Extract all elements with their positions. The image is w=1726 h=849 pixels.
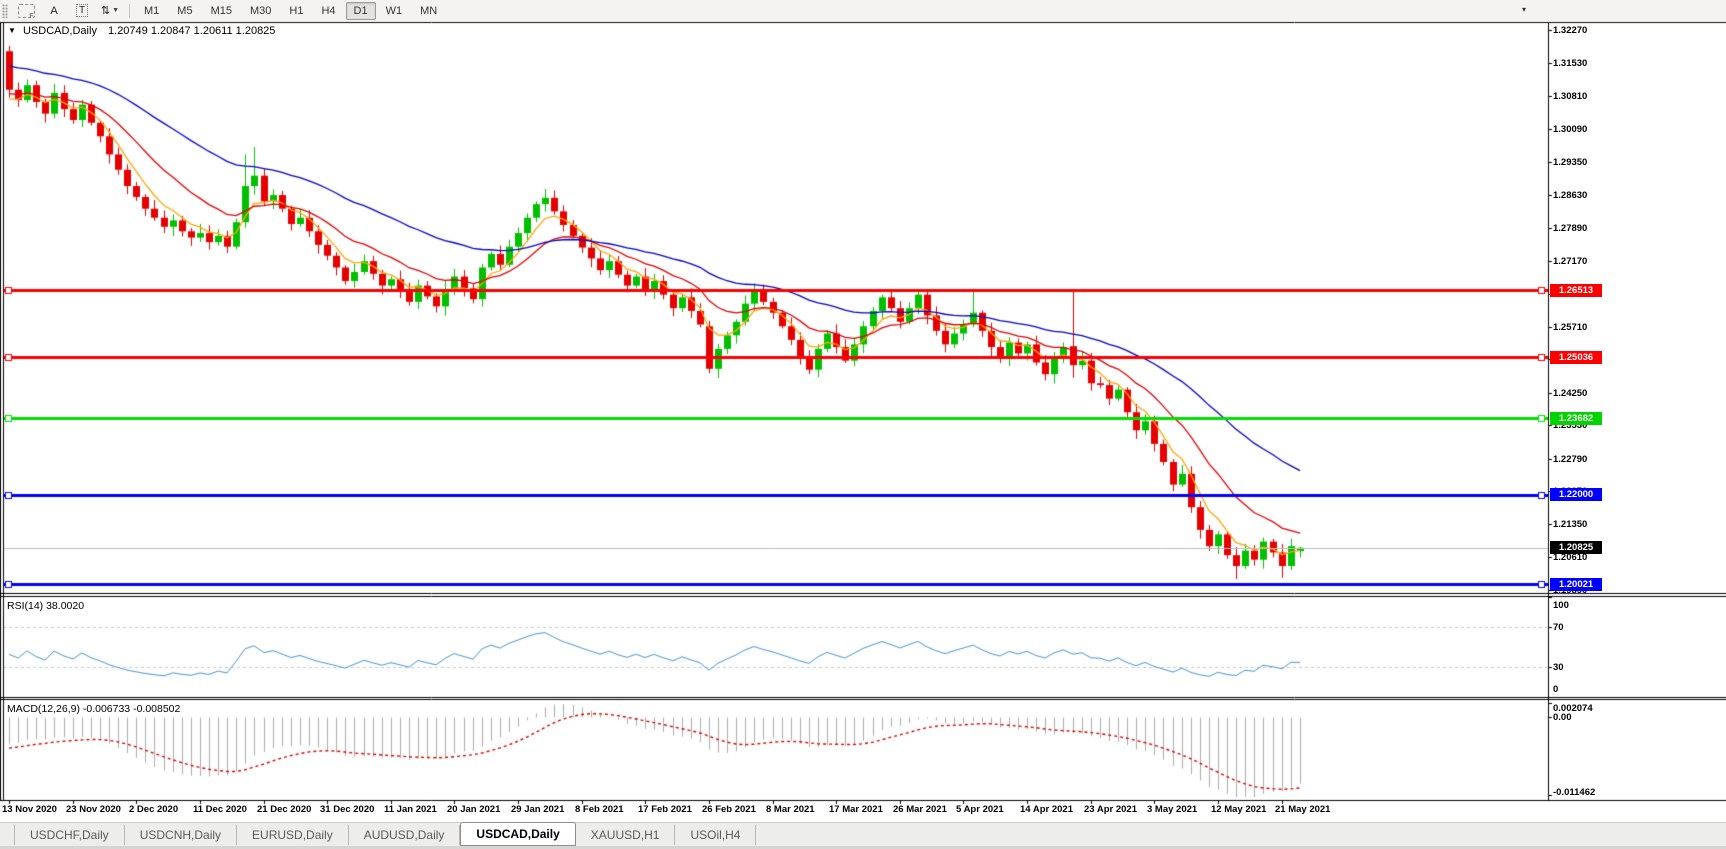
rsi-indicator-label: RSI(14) 38.0020 — [7, 600, 85, 612]
price-tick-label: 1.30090 — [1553, 123, 1588, 135]
rsi-tick-label: 30 — [1553, 662, 1564, 673]
macd-tick-label: -0.011462 — [1553, 787, 1596, 798]
timeframe-button-w1[interactable]: W1 — [378, 2, 411, 20]
date-tick-label: 26 Mar 2021 — [893, 804, 947, 815]
text-label-icon: T — [75, 4, 89, 17]
macd-tick-label: 0.00 — [1553, 712, 1572, 723]
toolbar: A T ⇅▼ M1M5M15M30H1H4D1W1MN ▾ — [0, 0, 1726, 22]
date-tick-label: 23 Nov 2020 — [66, 804, 121, 815]
price-tick-label: 1.24250 — [1553, 387, 1588, 399]
tab-usdcad-daily[interactable]: USDCAD,Daily — [460, 822, 576, 846]
date-tick-label: 5 Apr 2021 — [956, 804, 1004, 815]
arrows-tool-button[interactable]: ⇅ ▼ — [96, 1, 124, 20]
date-tick-label: 17 Feb 2021 — [638, 804, 692, 815]
price-tick-label: 1.29350 — [1553, 157, 1588, 169]
price-tick-label: 1.28630 — [1553, 189, 1588, 201]
timeframe-button-h4[interactable]: H4 — [313, 2, 343, 20]
toolbar-grip[interactable] — [2, 3, 8, 18]
fibonacci-tool-button[interactable] — [12, 1, 40, 20]
date-tick-label: 23 Apr 2021 — [1084, 804, 1137, 815]
toolbar-overflow-icon[interactable]: ▾ — [1522, 5, 1526, 14]
price-tick-label: 1.21350 — [1553, 518, 1588, 530]
macd-indicator-label: MACD(12,26,9) -0.006733 -0.008502 — [7, 703, 181, 715]
tab-usoil-h4[interactable]: USOil,H4 — [675, 825, 757, 845]
price-badge-1.25036[interactable]: 1.25036 — [1550, 350, 1602, 364]
timeframe-button-m5[interactable]: M5 — [169, 2, 200, 20]
timeframe-button-m1[interactable]: M1 — [136, 2, 167, 20]
price-tick-label: 1.27890 — [1553, 223, 1588, 235]
price-tick-label: 1.22790 — [1553, 453, 1588, 465]
price-badge-1.23682[interactable]: 1.23682 — [1550, 411, 1602, 425]
tab-xauusd-h1[interactable]: XAUUSD,H1 — [576, 825, 676, 845]
chart-canvas[interactable] — [0, 0, 1726, 849]
tab-eurusd-daily[interactable]: EURUSD,Daily — [237, 825, 349, 845]
date-tick-label: 29 Jan 2021 — [511, 804, 565, 815]
chart-title: ▼ USDCAD,Daily 1.20749 1.20847 1.20611 1… — [8, 25, 275, 37]
price-badge-1.20825[interactable]: 1.20825 — [1550, 541, 1602, 555]
collapse-triangle-icon[interactable]: ▼ — [8, 26, 16, 35]
date-tick-label: 12 May 2021 — [1211, 804, 1267, 815]
price-tick-label: 1.27170 — [1553, 255, 1588, 267]
toolbar-separator — [129, 3, 130, 18]
date-tick-label: 8 Feb 2021 — [575, 804, 624, 815]
rsi-tick-label: 100 — [1553, 600, 1569, 611]
date-tick-label: 3 May 2021 — [1147, 804, 1198, 815]
date-tick-label: 21 Dec 2020 — [257, 804, 312, 815]
date-tick-label: 17 Mar 2021 — [829, 804, 883, 815]
fibonacci-icon — [17, 3, 35, 20]
timeframe-button-m30[interactable]: M30 — [242, 2, 279, 20]
price-tick-label: 1.32270 — [1553, 25, 1588, 36]
rsi-tick-label: 70 — [1553, 622, 1564, 633]
symbol-period-label: USDCAD,Daily — [22, 25, 97, 37]
trading-platform-window: { "toolbar": { "tool_buttons": [ {"name"… — [0, 0, 1726, 849]
rsi-tick-label: 0 — [1553, 684, 1559, 695]
date-tick-label: 2 Dec 2020 — [129, 804, 179, 815]
price-badge-1.22000[interactable]: 1.22000 — [1550, 488, 1602, 502]
date-tick-label: 8 Mar 2021 — [766, 804, 815, 815]
date-tick-label: 21 May 2021 — [1275, 804, 1331, 815]
tab-usdcnh-daily[interactable]: USDCNH,Daily — [125, 825, 238, 845]
date-tick-label: 11 Dec 2020 — [193, 804, 247, 815]
tab-usdchf-daily[interactable]: USDCHF,Daily — [14, 825, 125, 845]
arrows-icon: ⇅ — [100, 5, 111, 17]
text-tool-button[interactable]: A — [40, 1, 68, 20]
date-tick-label: 20 Jan 2021 — [447, 804, 501, 815]
price-tick-label: 1.25710 — [1553, 321, 1588, 333]
timeframe-button-d1[interactable]: D1 — [345, 1, 376, 20]
date-tick-label: 11 Jan 2021 — [384, 804, 437, 815]
timeframe-group: M1 M5 M15 M30 H1 H4 D1 W1 MN — [135, 1, 446, 20]
timeframe-button-m15[interactable]: M15 — [203, 2, 240, 20]
timeframe-button-mn[interactable]: MN — [412, 2, 445, 20]
label-tool-button[interactable]: T — [68, 1, 96, 20]
timeframe-button-h1[interactable]: H1 — [281, 2, 311, 20]
price-badge-1.26513[interactable]: 1.26513 — [1550, 283, 1602, 297]
symbol-tab-bar: USDCHF,Daily USDCNH,Daily EURUSD,Daily AUDU… — [0, 822, 1726, 846]
date-tick-label: 14 Apr 2021 — [1020, 804, 1073, 815]
tab-audusd-daily[interactable]: AUDUSD,Daily — [349, 825, 461, 845]
chevron-down-icon: ▼ — [112, 7, 120, 14]
ohlc-values: 1.20749 1.20847 1.20611 1.20825 — [108, 25, 276, 37]
price-tick-label: 1.31530 — [1553, 58, 1588, 70]
date-tick-label: 13 Nov 2020 — [2, 804, 57, 815]
price-tick-label: 1.30810 — [1553, 91, 1588, 103]
date-tick-label: 31 Dec 2020 — [320, 804, 375, 815]
date-tick-label: 26 Feb 2021 — [702, 804, 756, 815]
price-badge-1.20021[interactable]: 1.20021 — [1550, 577, 1602, 591]
